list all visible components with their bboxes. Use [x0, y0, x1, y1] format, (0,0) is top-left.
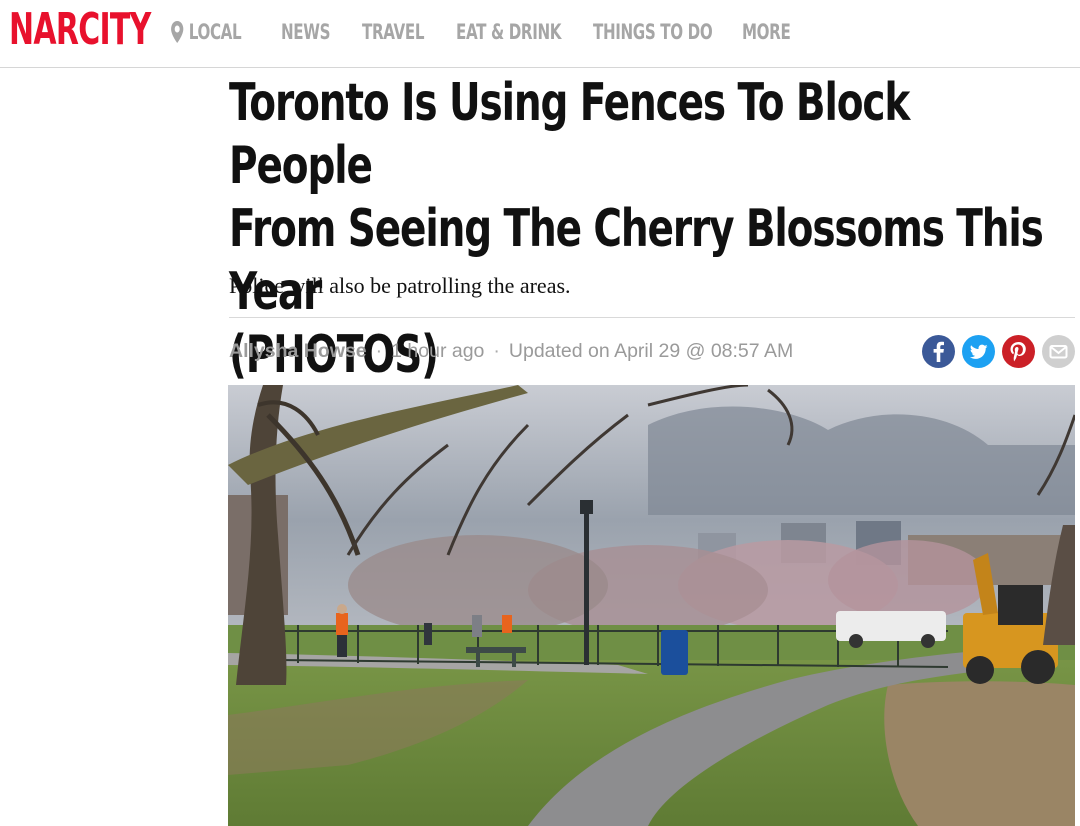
- facebook-icon: [933, 341, 944, 362]
- email-share-button[interactable]: [1042, 335, 1075, 368]
- facebook-share-button[interactable]: [922, 335, 955, 368]
- email-icon: [1049, 345, 1068, 359]
- byline: Allysha Howse · 1 hour ago · Updated on …: [229, 338, 793, 364]
- main-nav: LOCAL: [170, 18, 269, 46]
- twitter-icon: [969, 344, 988, 359]
- pinterest-share-button[interactable]: [1002, 335, 1035, 368]
- pinterest-icon: [1010, 342, 1026, 362]
- site-header: NARCITY LOCAL NEWS TRAVEL EAT & DRINK TH…: [0, 0, 1080, 68]
- nav-item-travel[interactable]: TRAVEL: [362, 18, 425, 46]
- headline-line: Toronto Is Using Fences To Block People: [229, 73, 910, 196]
- byline-separator: ·: [493, 339, 500, 362]
- publish-time: 1 hour ago: [391, 339, 485, 362]
- nav-item-label: LOCAL: [188, 20, 242, 44]
- twitter-share-button[interactable]: [962, 335, 995, 368]
- nav-item-local[interactable]: LOCAL: [170, 20, 242, 44]
- divider: [229, 317, 1075, 318]
- share-buttons: [922, 335, 1075, 368]
- nav-item-news[interactable]: NEWS: [281, 18, 330, 46]
- nav-item-more[interactable]: MORE: [742, 18, 791, 46]
- location-pin-icon: [171, 21, 184, 43]
- headline-line: From Seeing The Cherry Blossoms This Yea…: [229, 199, 1044, 322]
- author-link[interactable]: Allysha Howse: [229, 340, 367, 363]
- hero-image: [228, 385, 1075, 826]
- article-subheadline: Police will also be patrolling the areas…: [229, 273, 571, 298]
- byline-separator: ·: [375, 339, 383, 362]
- site-logo[interactable]: NARCITY: [9, 6, 151, 54]
- nav-item-eat-drink[interactable]: EAT & DRINK: [456, 18, 561, 46]
- nav-item-things-to-do[interactable]: THINGS TO DO: [593, 18, 713, 46]
- park-photo: [228, 385, 1075, 826]
- updated-time: Updated on April 29 @ 08:57 AM: [508, 339, 794, 362]
